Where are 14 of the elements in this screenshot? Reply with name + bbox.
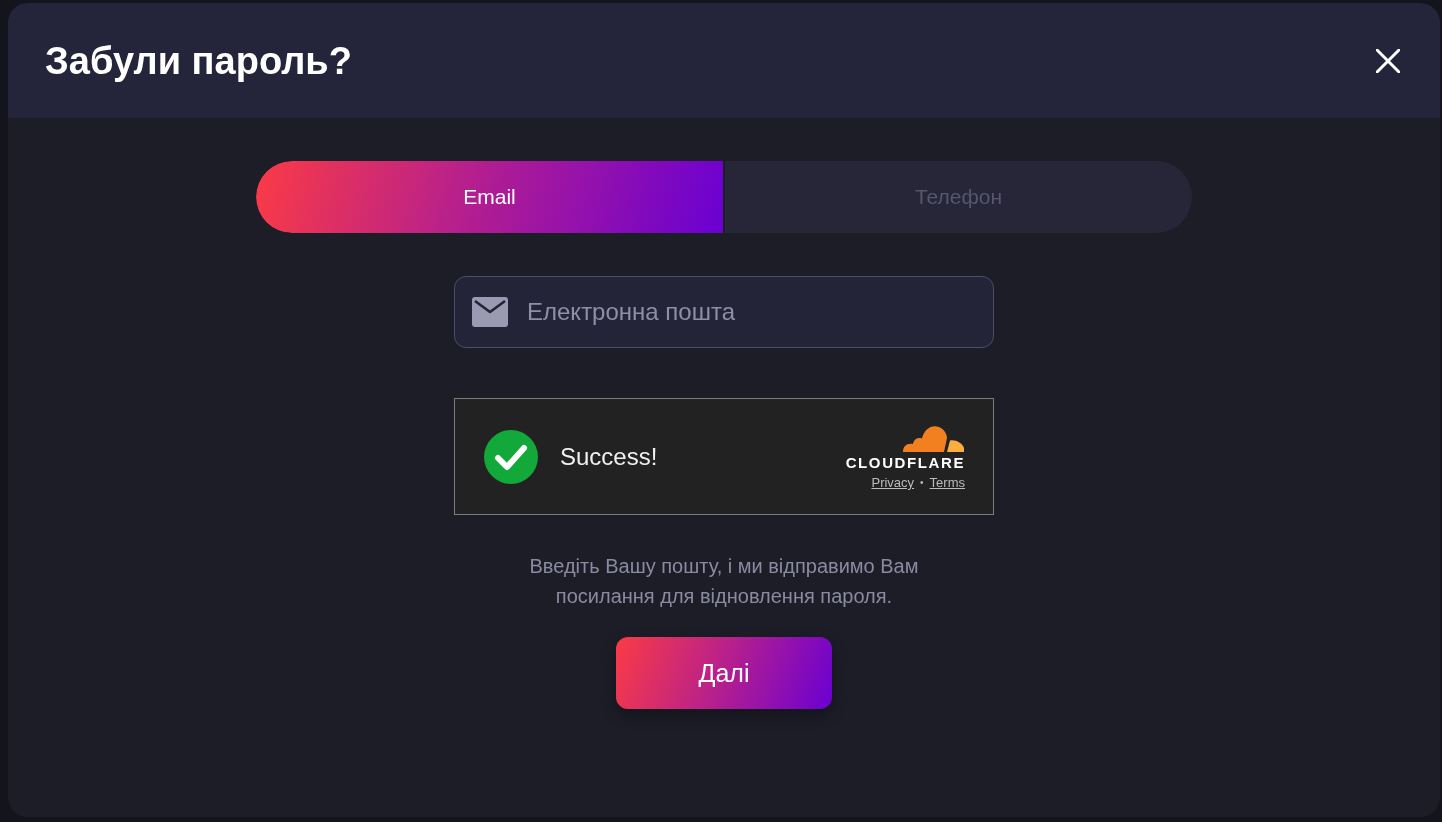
- policy-link[interactable]: Privacy: [871, 475, 915, 490]
- link-separator: •: [920, 477, 924, 488]
- policy-link[interactable]: Terms: [929, 475, 965, 490]
- brand-name: CLOUDFLARE: [845, 454, 965, 471]
- captcha-status: Success!: [560, 442, 658, 471]
- next-button[interactable]: Далі: [616, 637, 832, 709]
- cloud-icon: [901, 423, 965, 453]
- tab[interactable]: Email: [256, 161, 723, 233]
- close-button[interactable]: [1376, 48, 1400, 73]
- email-field[interactable]: Електронна пошта: [454, 276, 994, 348]
- close-icon: [1376, 48, 1400, 73]
- hint-text: Введіть Вашу пошту, і ми відправимо Вам посилання для відновлення пароля.: [528, 554, 920, 609]
- dialog-title: Забули пароль?: [45, 38, 352, 84]
- envelope-icon: [472, 297, 508, 327]
